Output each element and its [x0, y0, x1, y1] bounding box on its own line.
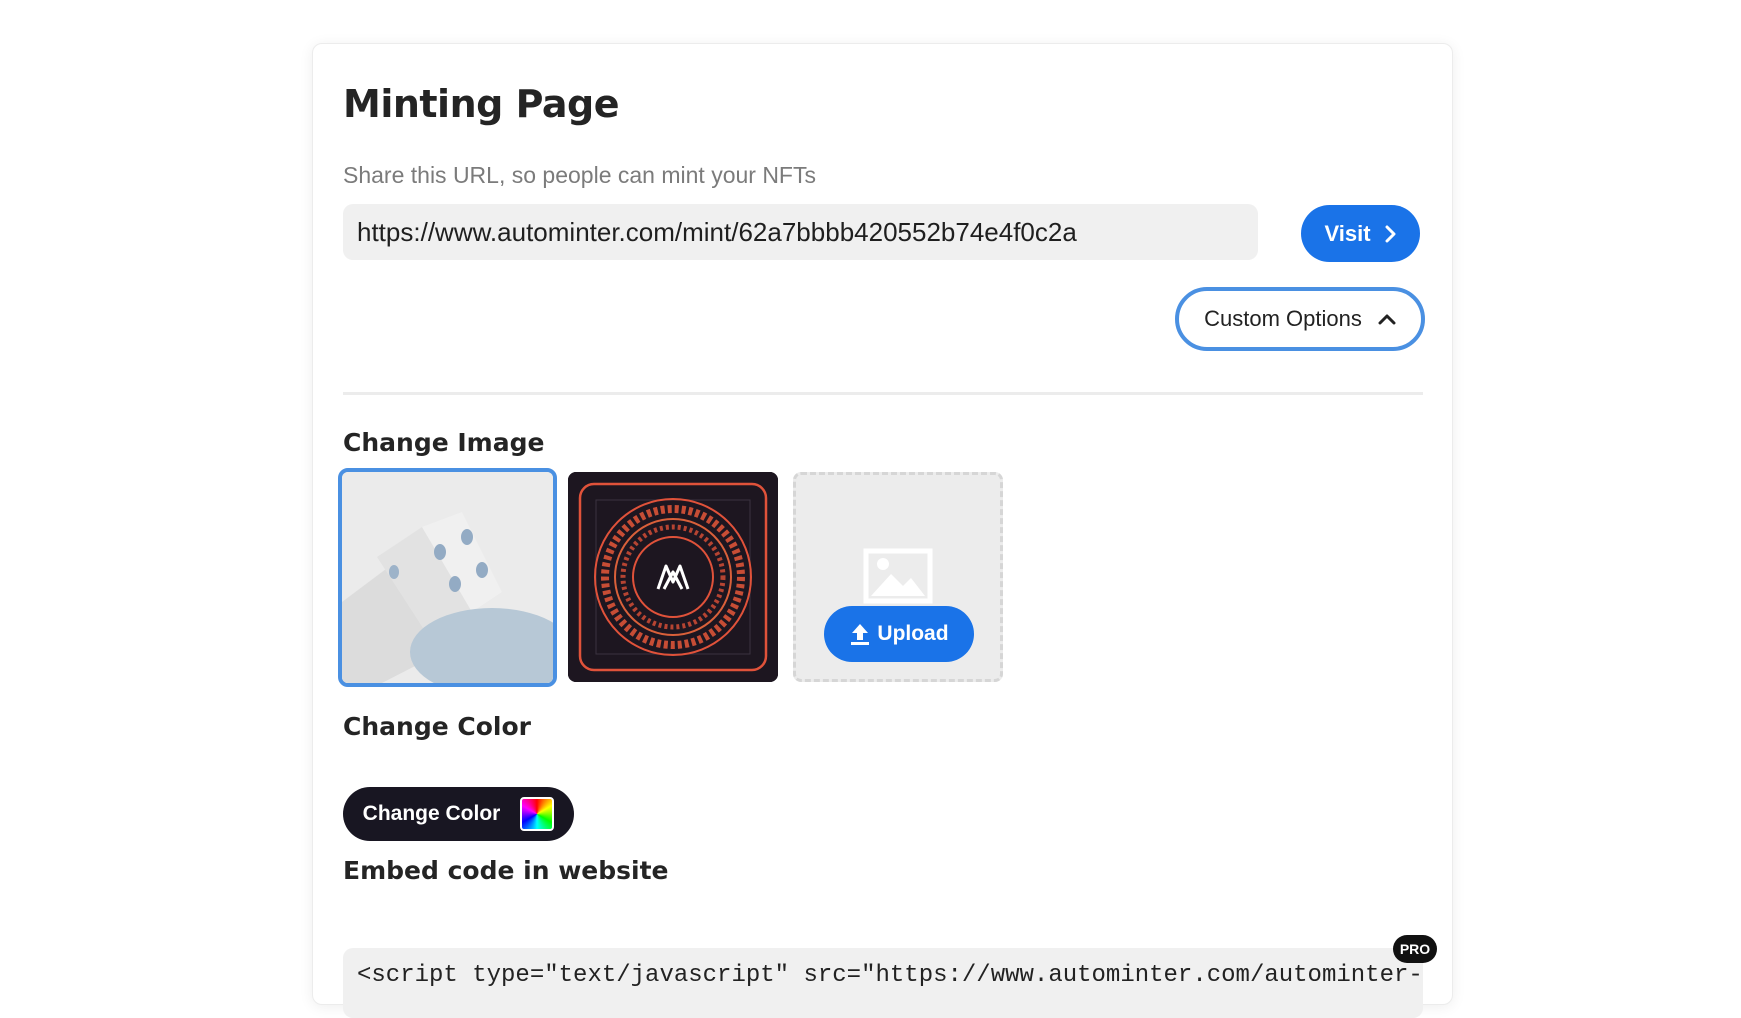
upload-arrow-icon [851, 624, 870, 645]
image-placeholder-icon [863, 548, 933, 604]
dice-image [342, 472, 553, 683]
page-title: Minting Page [343, 82, 620, 126]
chevron-up-icon [1378, 314, 1396, 325]
custom-options-label: Custom Options [1204, 306, 1362, 331]
share-url-label: Share this URL, so people can mint your … [343, 162, 816, 188]
mint-url-field[interactable]: https://www.autominter.com/mint/62a7bbbb… [343, 204, 1258, 260]
upload-button[interactable]: Upload [824, 606, 974, 662]
pro-badge: PRO [1393, 935, 1437, 963]
custom-options-toggle[interactable]: Custom Options [1175, 287, 1425, 351]
color-spectrum-icon [520, 797, 555, 831]
change-color-button[interactable]: Change Color [343, 787, 574, 841]
image-option-upload[interactable]: Upload [793, 472, 1003, 682]
change-color-heading: Change Color [343, 712, 531, 741]
change-image-heading: Change Image [343, 428, 545, 457]
image-option-autominter-logo[interactable] [568, 472, 778, 682]
minting-page-card: Minting Page Share this URL, so people c… [312, 43, 1453, 1018]
autominter-logo-image [568, 472, 778, 682]
chevron-right-icon [1385, 225, 1396, 242]
visit-button[interactable]: Visit [1301, 205, 1420, 262]
embed-code-heading: Embed code in website [343, 856, 669, 885]
image-option-dice[interactable] [338, 468, 557, 687]
visit-button-label: Visit [1324, 220, 1371, 246]
change-color-button-label: Change Color [362, 802, 501, 825]
embed-code-field[interactable]: <script type="text/javascript" src="http… [343, 948, 1423, 1018]
section-divider [343, 392, 1423, 395]
upload-button-label: Upload [877, 622, 949, 645]
